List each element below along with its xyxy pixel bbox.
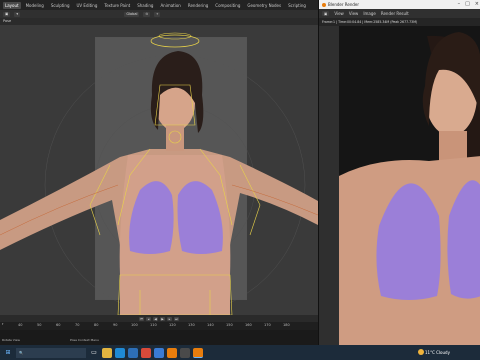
head-control-ring — [150, 34, 200, 48]
window-controls: – □ × — [458, 1, 479, 7]
status-hint-rotate: Rotate View — [2, 338, 20, 342]
taskbar-weather[interactable]: 11°C Cloudy — [425, 350, 450, 355]
render-window-titlebar[interactable]: Blender Render – □ × — [319, 0, 480, 9]
play-reverse-button[interactable]: ◀ — [153, 316, 158, 321]
tick-label: 130 — [188, 323, 195, 327]
tick-label: 120 — [169, 323, 176, 327]
tick-label: 50 — [37, 323, 42, 327]
transform-orientation-dropdown[interactable]: Global — [124, 11, 140, 17]
tick-label: 70 — [75, 323, 80, 327]
menu-view-2[interactable]: View — [349, 11, 359, 16]
tick-label: 160 — [245, 323, 252, 327]
tick-label: 40 — [18, 323, 23, 327]
chrome-icon[interactable] — [141, 347, 151, 358]
tab-rendering[interactable]: Rendering — [186, 2, 210, 9]
photos-icon[interactable] — [154, 347, 164, 358]
blender-logo-icon — [322, 2, 326, 7]
viewport-header: ▣ ▾ Global ⊙ ⌖ — [0, 10, 318, 18]
menu-image[interactable]: Image — [363, 11, 376, 16]
render-window-menubar: ▣ View View Image Render Result — [319, 9, 480, 18]
3d-app-icon[interactable] — [180, 347, 190, 358]
jump-start-button[interactable]: ⏮ — [139, 316, 144, 321]
tab-uv-editing[interactable]: UV Editing — [75, 2, 100, 9]
timeline-track-area[interactable] — [0, 330, 318, 345]
maximize-icon[interactable]: □ — [465, 1, 470, 7]
tick-label: 80 — [94, 323, 99, 327]
snap-toggle[interactable]: ⌖ — [154, 11, 161, 17]
tab-layout[interactable]: Layout — [3, 1, 21, 9]
windows-taskbar: ⊞ 🔍 ▭ — [0, 345, 480, 360]
taskbar-search-box[interactable]: 🔍 — [16, 347, 86, 358]
tick-label: 150 — [226, 323, 233, 327]
timeline-start-label: r — [2, 322, 4, 326]
blender-active-icon[interactable] — [193, 347, 203, 358]
blender-icon[interactable] — [167, 347, 177, 358]
pivot-dropdown[interactable]: ⊙ — [143, 11, 151, 17]
tick-label: 100 — [131, 323, 138, 327]
tab-shading[interactable]: Shading — [135, 2, 155, 9]
image-editor-type-button[interactable]: ▣ — [322, 11, 330, 16]
tick-label: 170 — [264, 323, 271, 327]
playback-controls: ⏮ ◂ ◀ ▶ ▸ ⏭ — [0, 315, 318, 322]
render-result-image — [339, 26, 480, 345]
frame-ruler[interactable]: r 40 50 60 70 80 90 100 110 120 130 140 … — [0, 322, 318, 330]
tick-label: 180 — [283, 323, 290, 327]
render-result-dropdown[interactable]: Render Result — [381, 11, 409, 16]
render-window: Blender Render – □ × ▣ View View Image R… — [318, 0, 480, 345]
tab-modeling[interactable]: Modeling — [24, 2, 46, 9]
tab-scripting[interactable]: Scripting — [286, 2, 308, 9]
render-window-left-panel — [319, 26, 339, 345]
rendered-figure — [339, 26, 480, 345]
jump-end-button[interactable]: ⏭ — [174, 316, 179, 321]
task-view-icon[interactable]: ▭ — [89, 348, 99, 358]
tick-label: 140 — [207, 323, 214, 327]
render-info-bar: Frame:1 | Time:00:04.84 | Mem:2585.34M (… — [319, 18, 480, 26]
tab-geometry-nodes[interactable]: Geometry Nodes — [245, 2, 283, 9]
status-hint-context: Pose Context Menu — [70, 338, 99, 342]
timeline-editor: ⏮ ◂ ◀ ▶ ▸ ⏭ r 40 50 60 70 80 90 100 110 … — [0, 315, 318, 345]
render-window-title: Blender Render — [328, 2, 360, 7]
menu-view[interactable]: View — [334, 11, 344, 16]
posed-figure-rig[interactable] — [0, 25, 318, 315]
tick-label: 60 — [56, 323, 61, 327]
mode-label: Pose — [3, 19, 12, 23]
windows-logo-icon[interactable]: ⊞ — [3, 348, 13, 358]
mail-icon[interactable] — [128, 347, 138, 358]
edge-icon[interactable] — [115, 347, 125, 358]
tab-compositing[interactable]: Compositing — [213, 2, 242, 9]
tab-sculpting[interactable]: Sculpting — [49, 2, 72, 9]
tick-label: 90 — [113, 323, 118, 327]
tool-header — [0, 18, 318, 25]
tick-label: 110 — [150, 323, 157, 327]
play-button[interactable]: ▶ — [160, 316, 165, 321]
weather-icon — [418, 349, 424, 355]
3d-viewport[interactable] — [0, 25, 318, 315]
tab-animation[interactable]: Animation — [158, 2, 182, 9]
tab-texture-paint[interactable]: Texture Paint — [102, 2, 132, 9]
desktop: Layout Modeling Sculpting UV Editing Tex… — [0, 0, 480, 360]
prev-key-button[interactable]: ◂ — [146, 316, 151, 321]
blender-main-window: Layout Modeling Sculpting UV Editing Tex… — [0, 0, 318, 345]
workspace-tabs: Layout Modeling Sculpting UV Editing Tex… — [0, 0, 318, 10]
figure-neck — [166, 125, 184, 151]
close-icon[interactable]: × — [475, 1, 479, 7]
next-key-button[interactable]: ▸ — [167, 316, 172, 321]
file-explorer-icon[interactable] — [102, 347, 112, 358]
minimize-icon[interactable]: – — [458, 1, 461, 7]
view-menu-button[interactable]: ▾ — [14, 11, 21, 17]
editor-type-button[interactable]: ▣ — [3, 11, 11, 17]
